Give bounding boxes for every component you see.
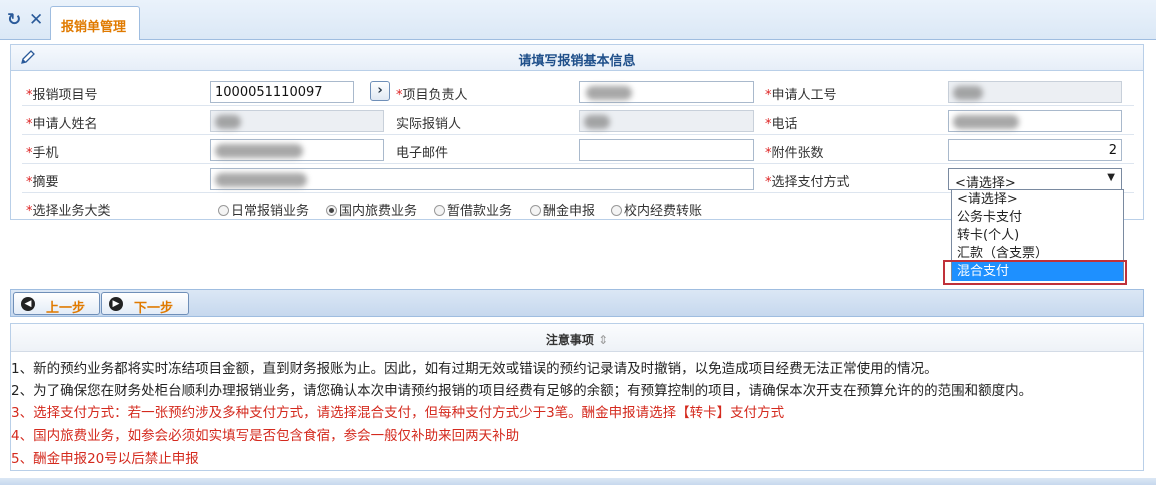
close-icon[interactable]: ✕ [29, 10, 43, 30]
project-owner-label: *项目负责人 [396, 88, 468, 103]
form-row: *报销项目号 › *项目负责人 *申请人工号 [22, 78, 1134, 106]
redacted-text [953, 115, 1019, 129]
project-owner-field[interactable] [579, 81, 754, 103]
summary-input[interactable] [210, 168, 754, 190]
project-no-input[interactable] [210, 81, 354, 103]
applicant-id-field [948, 81, 1122, 103]
next-step-button[interactable]: ▶ 下一步 [101, 292, 189, 316]
form-row: *手机 电子邮件 *附件张数 [22, 136, 1134, 164]
radio-circle [326, 205, 337, 216]
sort-icon[interactable]: ⇕ [598, 333, 608, 347]
tab-reimbursement-management[interactable]: 报销单管理 [50, 6, 140, 40]
applicant-name-field [210, 110, 384, 132]
radio-circle [218, 205, 229, 216]
redacted-text [215, 115, 241, 129]
phone-label: *电话 [765, 117, 798, 132]
highlight-box [943, 260, 1127, 285]
attachments-label: *附件张数 [765, 146, 824, 161]
project-no-label: *报销项目号 [26, 88, 98, 103]
radio-daily-reimbursement[interactable]: 日常报销业务 [218, 200, 309, 219]
payment-method-select[interactable]: <请选择> ▼ [948, 168, 1122, 191]
payment-option[interactable]: <请选择> [952, 190, 1123, 209]
chevron-down-icon: ▼ [1107, 172, 1115, 183]
mobile-label: *手机 [26, 146, 59, 161]
tab-label: 报销单管理 [61, 20, 127, 35]
note-item: 1、新的预约业务都将实时冻结项目金额，直到财务报账为止。因此，如有过期无效或错误… [11, 361, 938, 377]
wizard-nav-bar: ◀ 上一步 ▶ 下一步 [10, 289, 1144, 317]
email-input[interactable] [579, 139, 754, 161]
note-item: 5、酬金申报20号以后禁止申报 [11, 451, 199, 467]
panel-title: 请填写报销基本信息 [518, 54, 636, 69]
actual-claimant-label: 实际报销人 [396, 117, 462, 132]
mobile-input[interactable] [210, 139, 384, 161]
bottom-bar [0, 478, 1156, 485]
redacted-text [586, 86, 632, 100]
attachments-input[interactable] [948, 139, 1122, 161]
arrow-right-icon: ▶ [109, 297, 123, 311]
redacted-text [584, 115, 610, 129]
applicant-id-label: *申请人工号 [765, 88, 837, 103]
tab-bar: ↻ ✕ 报销单管理 [0, 0, 1156, 40]
refresh-icon[interactable]: ↻ [7, 10, 21, 30]
notes-panel: 注意事项 ⇕ 1、新的预约业务都将实时冻结项目金额，直到财务报账为止。因此，如有… [10, 323, 1144, 471]
note-item: 3、选择支付方式：若一张预约涉及多种支付方式，请选择混合支付，但每种支付方式少于… [11, 405, 785, 421]
payment-option[interactable]: 公务卡支付 [952, 208, 1123, 227]
notes-header: 注意事项 ⇕ [11, 324, 1143, 352]
payment-option[interactable]: 转卡(个人) [952, 226, 1123, 245]
payment-label: *选择支付方式 [765, 175, 850, 190]
redacted-text [953, 86, 983, 100]
radio-circle [530, 205, 541, 216]
summary-label: *摘要 [26, 175, 59, 190]
applicant-name-label: *申请人姓名 [26, 117, 98, 132]
email-label: 电子邮件 [396, 146, 449, 161]
radio-remuneration[interactable]: 酬金申报 [530, 200, 595, 219]
note-item: 4、国内旅费业务，如参会必须如实填写是否包含食宿，参会一般仅补助来回两天补助 [11, 428, 520, 444]
notes-title: 注意事项 [545, 333, 594, 347]
radio-circle [434, 205, 445, 216]
prev-step-button[interactable]: ◀ 上一步 [13, 292, 100, 316]
actual-claimant-field [579, 110, 754, 132]
radio-domestic-travel[interactable]: 国内旅费业务 [326, 200, 417, 219]
next-step-label: 下一步 [134, 301, 174, 316]
business-type-label: *选择业务大类 [26, 204, 111, 219]
redacted-text [215, 173, 307, 187]
project-lookup-button[interactable]: › [370, 81, 390, 101]
arrow-left-icon: ◀ [21, 297, 35, 311]
phone-input[interactable] [948, 110, 1122, 132]
prev-step-label: 上一步 [46, 301, 86, 316]
radio-internal-transfer[interactable]: 校内经费转账 [611, 200, 702, 219]
form-row: *申请人姓名 实际报销人 *电话 [22, 107, 1134, 135]
redacted-text [215, 144, 303, 158]
radio-circle [611, 205, 622, 216]
radio-temporary-loan[interactable]: 暂借款业务 [434, 200, 512, 219]
panel-header: 请填写报销基本信息 [11, 45, 1143, 71]
note-item: 2、为了确保您在财务处柜台顺利办理报销业务，请您确认本次申请预约报销的项目经费有… [11, 383, 1033, 399]
